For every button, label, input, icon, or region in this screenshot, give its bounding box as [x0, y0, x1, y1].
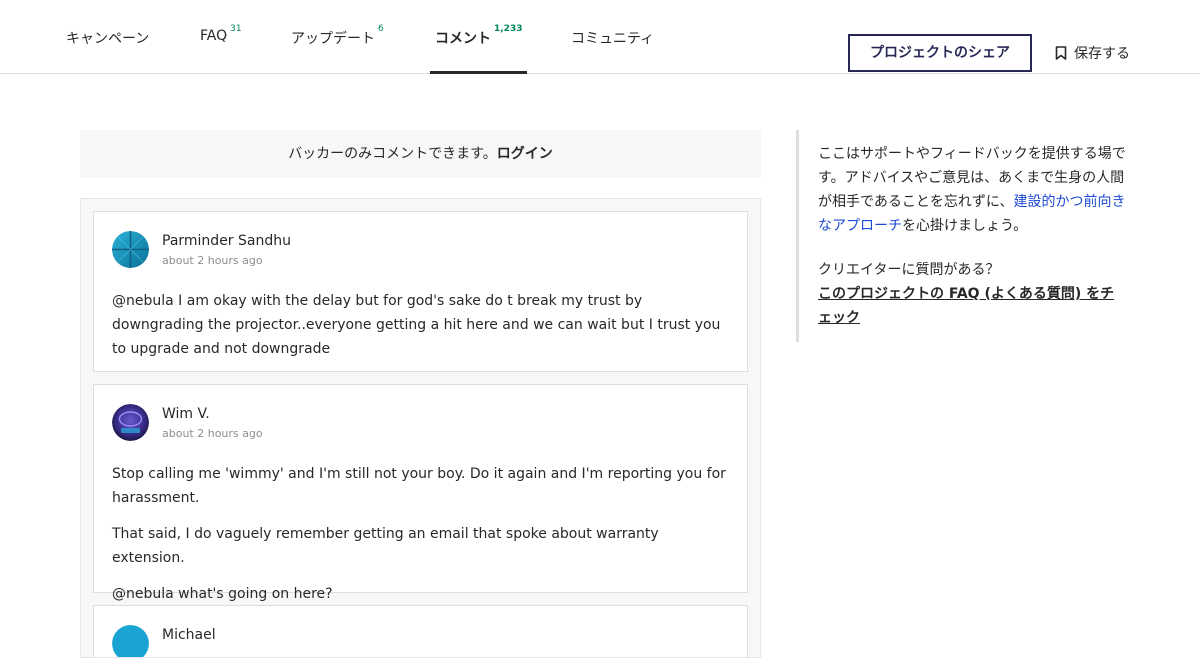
tab-label: キャンペーン — [66, 31, 150, 47]
comment-guidelines: ここはサポートやフィードバックを提供する場です。アドバイスやご意見は、あくまで生… — [796, 130, 1126, 342]
guidelines-text: ここはサポートやフィードバックを提供する場です。アドバイスやご意見は、あくまで生… — [818, 142, 1126, 238]
save-button[interactable]: 保存する — [1055, 43, 1130, 63]
comment-item: Parminder Sandhu about 2 hours ago @nebu… — [93, 211, 748, 372]
tab-label: コミュニティ — [571, 31, 655, 47]
tab-campaign[interactable]: キャンペーン — [66, 0, 149, 74]
comment-author[interactable]: Parminder Sandhu — [162, 233, 291, 249]
tab-count: 6 — [378, 24, 384, 34]
comments-list: Parminder Sandhu about 2 hours ago @nebu… — [80, 198, 761, 658]
tab-label: アップデート — [291, 31, 375, 47]
tab-label: コメント — [435, 31, 491, 47]
login-link[interactable]: ログイン — [497, 146, 553, 162]
save-label: 保存する — [1074, 46, 1130, 62]
comment-time: about 2 hours ago — [162, 427, 263, 440]
comment-item: Michael — [93, 605, 748, 657]
tab-count: 1,233 — [494, 24, 523, 34]
tab-faq[interactable]: FAQ 31 — [200, 0, 242, 74]
comment-time: about 2 hours ago — [162, 254, 263, 267]
tab-label: FAQ — [200, 28, 228, 44]
faq-link[interactable]: このプロジェクトの FAQ (よくある質問) をチェック — [818, 282, 1126, 330]
comment-text: @nebula what's going on here? — [112, 586, 333, 602]
comment-item: Wim V. about 2 hours ago Stop calling me… — [93, 384, 748, 602]
comment-author[interactable]: Wim V. — [162, 406, 263, 422]
project-nav: キャンペーン FAQ 31 アップデート6 コメント1,233 コミュニティ プロ… — [0, 0, 1200, 74]
comment-text: @nebula I am okay with the delay but for… — [112, 293, 721, 357]
tab-updates[interactable]: アップデート6 — [291, 0, 384, 74]
share-project-button[interactable]: プロジェクトのシェア — [848, 34, 1032, 72]
login-banner: バッカーのみコメントできます。ログイン — [80, 130, 761, 178]
guidelines-outro: を心掛けましょう。 — [902, 218, 1028, 234]
avatar[interactable] — [112, 404, 149, 441]
tab-count: 31 — [230, 24, 242, 34]
avatar[interactable] — [112, 231, 149, 268]
comment-text: Stop calling me 'wimmy' and I'm still no… — [112, 466, 726, 506]
tab-community[interactable]: コミュニティ — [571, 0, 654, 74]
tab-comments[interactable]: コメント1,233 — [429, 0, 528, 74]
login-banner-text: バッカーのみコメントできます。 — [288, 146, 497, 162]
comment-text: That said, I do vaguely remember getting… — [112, 526, 659, 566]
bookmark-icon — [1055, 46, 1067, 60]
faq-question: クリエイターに質問がある？ — [818, 262, 1000, 278]
comment-author[interactable]: Michael — [162, 627, 216, 643]
